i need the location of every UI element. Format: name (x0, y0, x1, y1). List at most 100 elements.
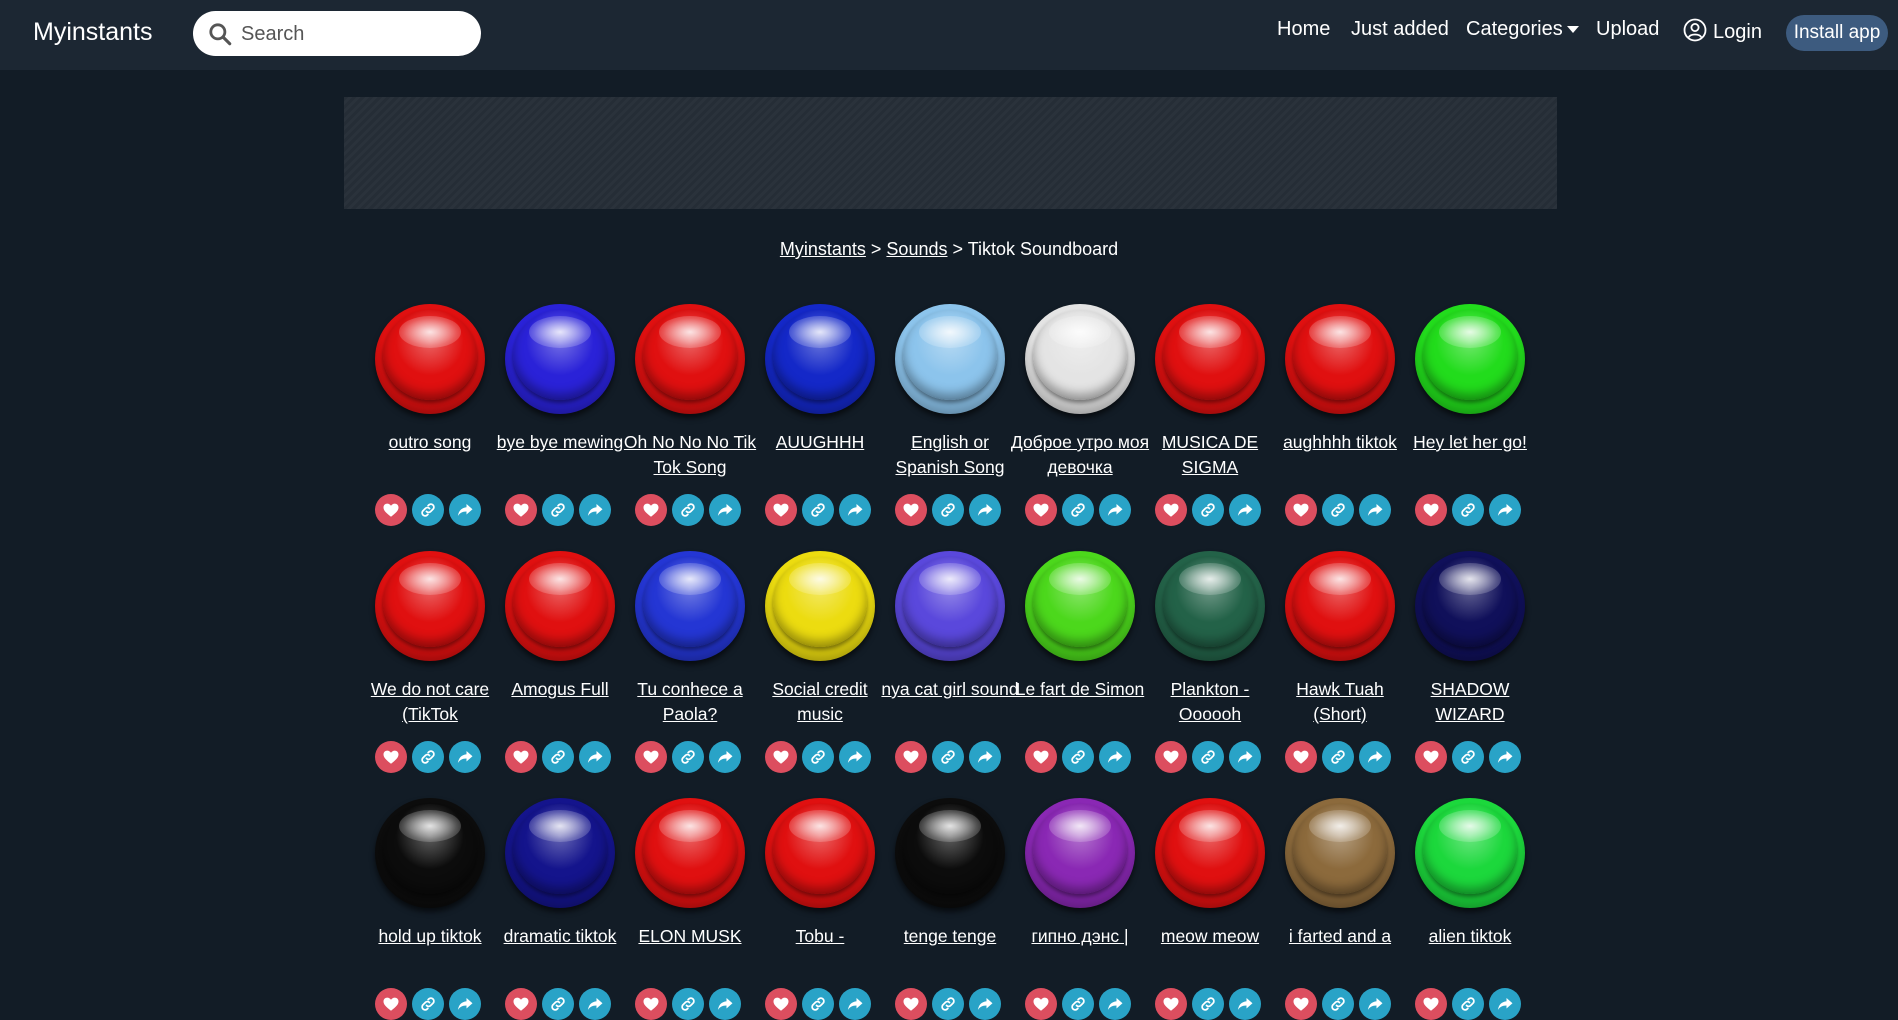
favorite-button[interactable] (895, 988, 927, 1020)
instant-title-link[interactable]: alien tiktok (1399, 924, 1541, 949)
share-button[interactable] (1359, 988, 1391, 1020)
instant-play-button[interactable] (765, 798, 875, 908)
share-button[interactable] (1099, 494, 1131, 526)
instant-title-link[interactable]: ELON MUSK (619, 924, 761, 949)
copy-link-button[interactable] (932, 494, 964, 526)
copy-link-button[interactable] (412, 988, 444, 1020)
instant-title-link[interactable]: гипно дэнс | (1009, 924, 1151, 949)
share-button[interactable] (1359, 741, 1391, 773)
favorite-button[interactable] (1155, 741, 1187, 773)
share-button[interactable] (839, 741, 871, 773)
instant-title-link[interactable]: We do not care (TikTok (359, 677, 501, 727)
share-button[interactable] (579, 494, 611, 526)
instant-play-button[interactable] (765, 304, 875, 414)
instant-play-button[interactable] (375, 304, 485, 414)
favorite-button[interactable] (375, 988, 407, 1020)
copy-link-button[interactable] (1192, 494, 1224, 526)
instant-title-link[interactable]: tenge tenge (879, 924, 1021, 949)
share-button[interactable] (1099, 988, 1131, 1020)
copy-link-button[interactable] (1192, 988, 1224, 1020)
instant-play-button[interactable] (1285, 551, 1395, 661)
instant-play-button[interactable] (375, 798, 485, 908)
favorite-button[interactable] (1025, 988, 1057, 1020)
copy-link-button[interactable] (802, 494, 834, 526)
copy-link-button[interactable] (1062, 988, 1094, 1020)
instant-play-button[interactable] (1285, 304, 1395, 414)
favorite-button[interactable] (1285, 988, 1317, 1020)
share-button[interactable] (709, 988, 741, 1020)
instant-play-button[interactable] (1155, 304, 1265, 414)
instant-play-button[interactable] (1285, 798, 1395, 908)
instant-title-link[interactable]: hold up tiktok (359, 924, 501, 949)
share-button[interactable] (449, 988, 481, 1020)
instant-play-button[interactable] (765, 551, 875, 661)
share-button[interactable] (969, 494, 1001, 526)
copy-link-button[interactable] (1322, 988, 1354, 1020)
instant-play-button[interactable] (505, 798, 615, 908)
copy-link-button[interactable] (1192, 741, 1224, 773)
instant-title-link[interactable]: Oh No No No Tik Tok Song (619, 430, 761, 480)
copy-link-button[interactable] (542, 494, 574, 526)
instant-title-link[interactable]: Доброе утро моя девочка (1009, 430, 1151, 480)
favorite-button[interactable] (765, 988, 797, 1020)
favorite-button[interactable] (1155, 988, 1187, 1020)
instant-play-button[interactable] (635, 304, 745, 414)
copy-link-button[interactable] (802, 988, 834, 1020)
copy-link-button[interactable] (1452, 988, 1484, 1020)
instant-title-link[interactable]: AUUGHHH (749, 430, 891, 455)
instant-title-link[interactable]: Hey let her go! (1399, 430, 1541, 455)
share-button[interactable] (1359, 494, 1391, 526)
favorite-button[interactable] (1415, 988, 1447, 1020)
instant-play-button[interactable] (1025, 304, 1135, 414)
share-button[interactable] (1489, 741, 1521, 773)
share-button[interactable] (449, 741, 481, 773)
favorite-button[interactable] (505, 494, 537, 526)
copy-link-button[interactable] (932, 741, 964, 773)
share-button[interactable] (709, 741, 741, 773)
instant-title-link[interactable]: bye bye mewing (489, 430, 631, 455)
instant-title-link[interactable]: i farted and a (1269, 924, 1411, 949)
favorite-button[interactable] (895, 741, 927, 773)
share-button[interactable] (839, 988, 871, 1020)
instant-play-button[interactable] (505, 304, 615, 414)
copy-link-button[interactable] (542, 741, 574, 773)
instant-play-button[interactable] (895, 551, 1005, 661)
copy-link-button[interactable] (1322, 741, 1354, 773)
copy-link-button[interactable] (412, 741, 444, 773)
copy-link-button[interactable] (932, 988, 964, 1020)
instant-title-link[interactable]: English or Spanish Song (879, 430, 1021, 480)
instant-title-link[interactable]: Hawk Tuah (Short) (1269, 677, 1411, 727)
copy-link-button[interactable] (672, 988, 704, 1020)
instant-play-button[interactable] (1025, 798, 1135, 908)
copy-link-button[interactable] (1062, 494, 1094, 526)
favorite-button[interactable] (765, 741, 797, 773)
share-button[interactable] (1099, 741, 1131, 773)
instant-play-button[interactable] (1025, 551, 1135, 661)
instant-title-link[interactable]: Le fart de Simon (1009, 677, 1151, 702)
instant-title-link[interactable]: MUSICA DE SIGMA (1139, 430, 1281, 480)
copy-link-button[interactable] (1452, 494, 1484, 526)
copy-link-button[interactable] (1062, 741, 1094, 773)
instant-play-button[interactable] (1155, 798, 1265, 908)
favorite-button[interactable] (1285, 741, 1317, 773)
favorite-button[interactable] (375, 494, 407, 526)
favorite-button[interactable] (1025, 494, 1057, 526)
favorite-button[interactable] (505, 741, 537, 773)
instant-play-button[interactable] (1155, 551, 1265, 661)
instant-title-link[interactable]: outro song (359, 430, 501, 455)
instant-play-button[interactable] (895, 798, 1005, 908)
favorite-button[interactable] (1415, 494, 1447, 526)
favorite-button[interactable] (1285, 494, 1317, 526)
copy-link-button[interactable] (1322, 494, 1354, 526)
instant-title-link[interactable]: Tu conhece a Paola? (619, 677, 761, 727)
copy-link-button[interactable] (542, 988, 574, 1020)
favorite-button[interactable] (765, 494, 797, 526)
share-button[interactable] (1489, 988, 1521, 1020)
share-button[interactable] (1229, 494, 1261, 526)
share-button[interactable] (579, 988, 611, 1020)
share-button[interactable] (839, 494, 871, 526)
favorite-button[interactable] (1415, 741, 1447, 773)
instant-play-button[interactable] (505, 551, 615, 661)
share-button[interactable] (969, 741, 1001, 773)
instant-title-link[interactable]: aughhhh tiktok (1269, 430, 1411, 455)
